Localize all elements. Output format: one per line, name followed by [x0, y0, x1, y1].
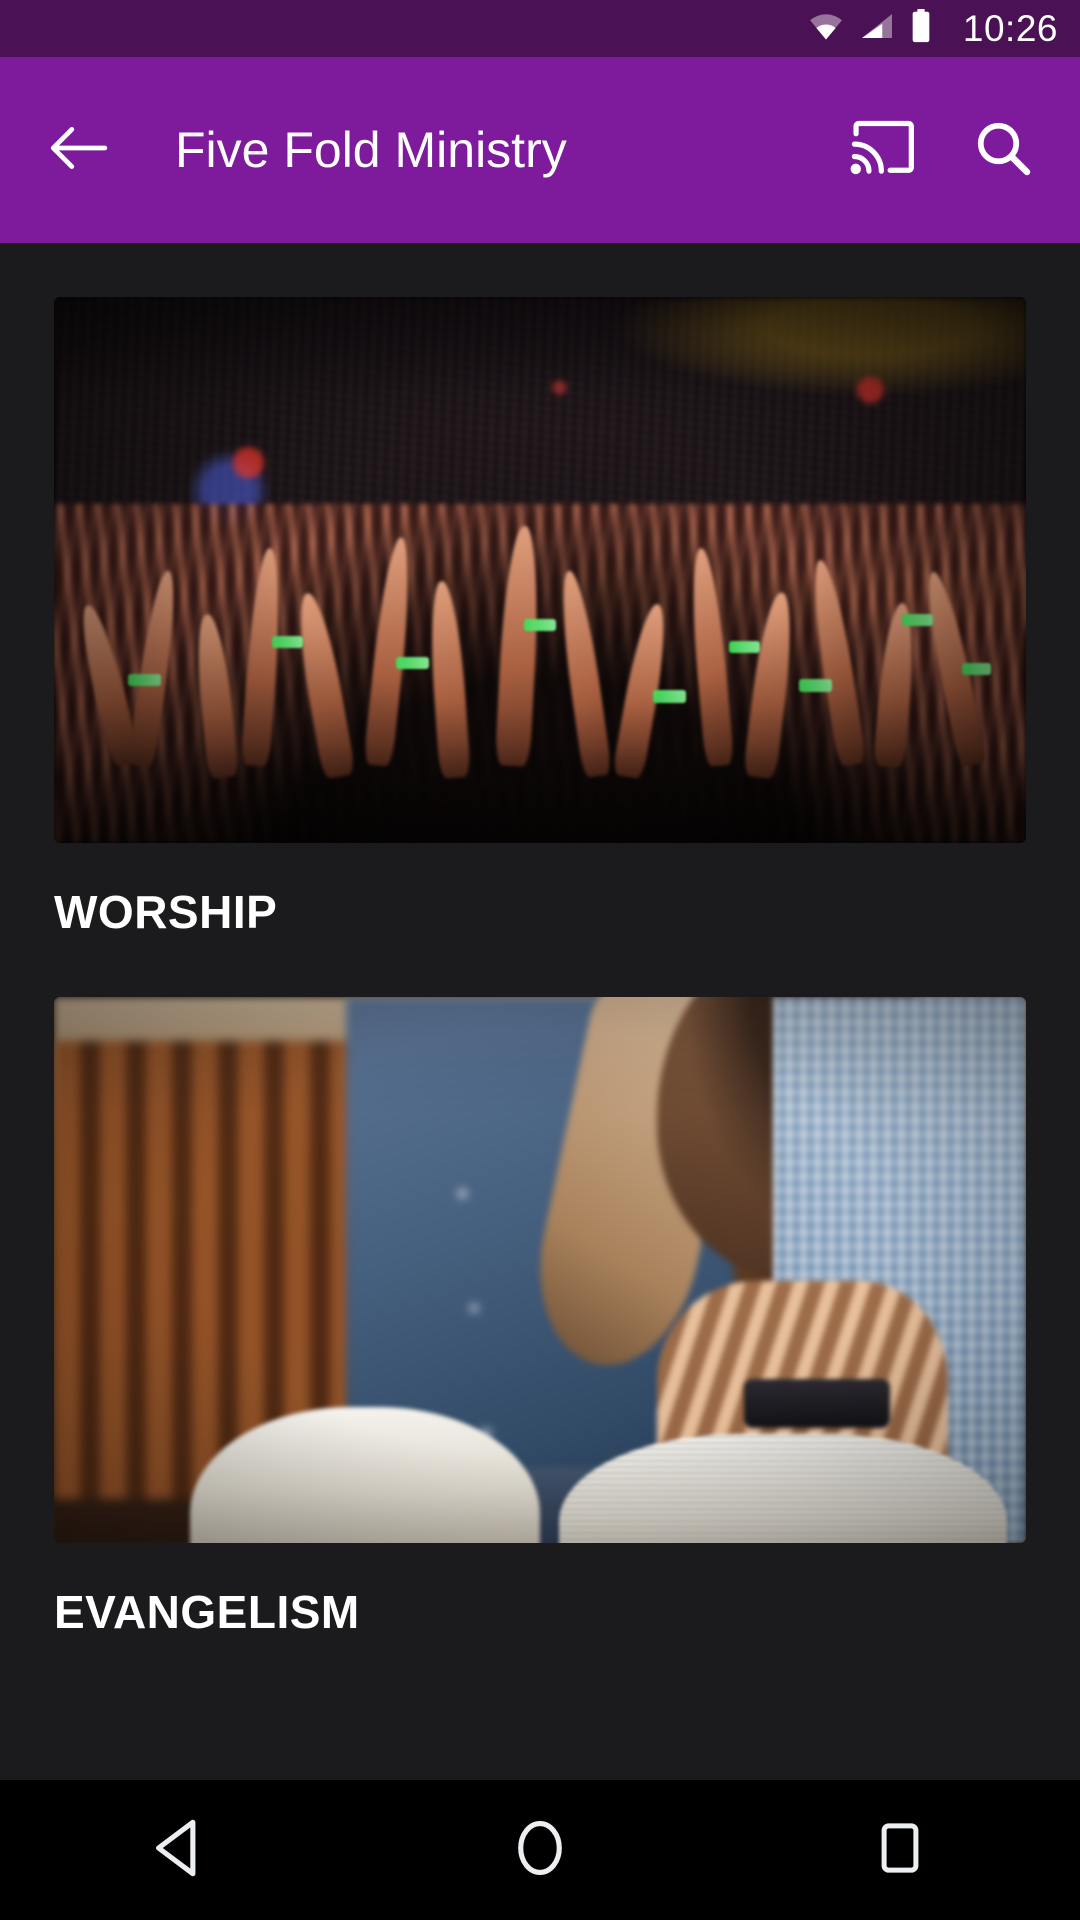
- cast-button[interactable]: [844, 111, 922, 189]
- evangelism-men-praying-bible-photo: [54, 997, 1026, 1543]
- list-item[interactable]: EVANGELISM: [54, 997, 1026, 1697]
- list-item-label: WORSHIP: [54, 886, 278, 938]
- list-item[interactable]: WORSHIP: [54, 297, 1026, 997]
- back-button[interactable]: [46, 118, 110, 182]
- search-button[interactable]: [964, 111, 1042, 189]
- app-bar: Five Fold Ministry: [0, 57, 1080, 243]
- status-bar: 10:26: [0, 0, 1080, 57]
- android-navigation-bar: [0, 1780, 1080, 1920]
- square-recents-icon: [877, 1820, 923, 1881]
- recents-nav-button[interactable]: [825, 1795, 975, 1905]
- page-title: Five Fold Ministry: [175, 122, 567, 178]
- phone-screen: 10:26 Five Fold Ministry WORSHIP EVANGEL…: [0, 0, 1080, 1920]
- search-icon: [973, 118, 1033, 183]
- battery-full-icon: [909, 9, 933, 48]
- status-icons-group: 10:26: [807, 9, 1058, 48]
- cellular-signal-icon: [859, 11, 895, 46]
- triangle-back-icon: [152, 1818, 208, 1883]
- list-item-label: EVANGELISM: [54, 1586, 360, 1638]
- home-nav-button[interactable]: [465, 1795, 615, 1905]
- back-nav-button[interactable]: [105, 1795, 255, 1905]
- worship-crowd-raised-hands-photo: [54, 297, 1026, 843]
- arrow-back-icon: [47, 123, 109, 178]
- status-clock: 10:26: [962, 8, 1058, 49]
- circle-home-icon: [514, 1818, 566, 1883]
- wifi-icon: [807, 11, 845, 46]
- cast-icon: [850, 119, 916, 182]
- ministry-list: WORSHIP EVANGELISM: [0, 243, 1080, 1780]
